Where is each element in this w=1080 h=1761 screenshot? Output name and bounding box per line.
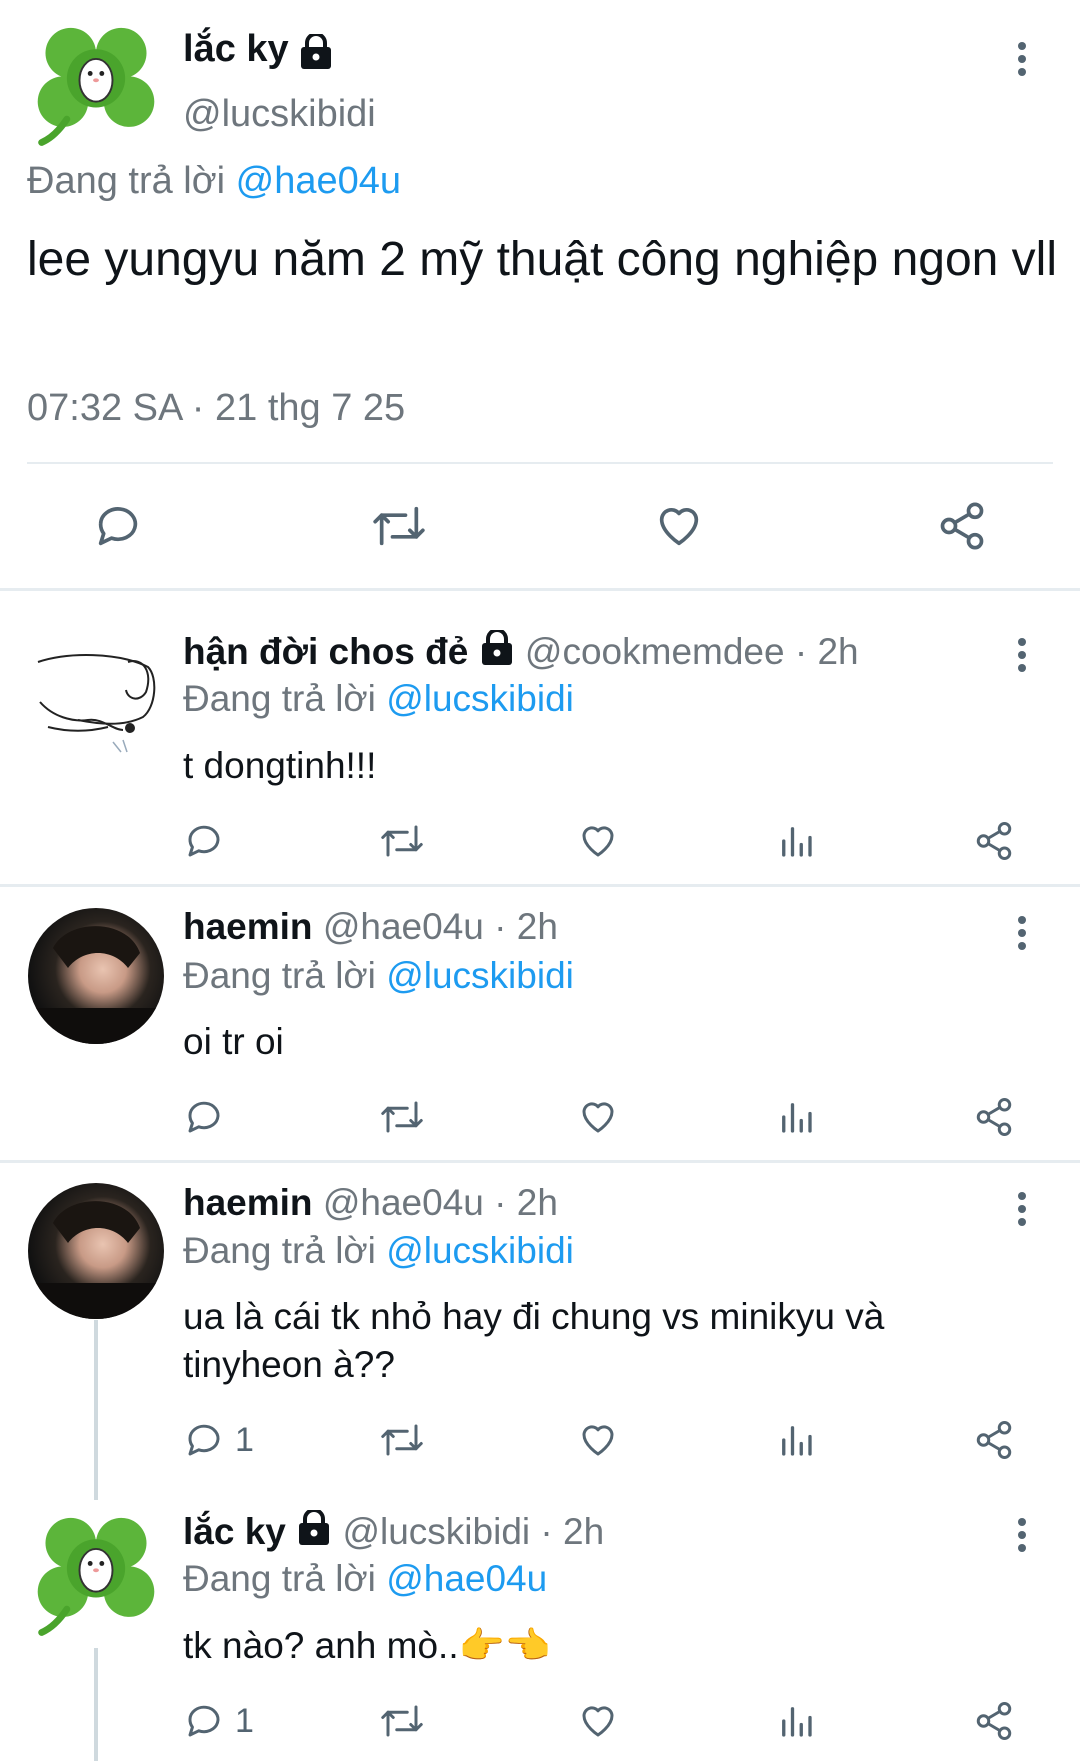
retweet-icon[interactable] — [379, 1419, 425, 1461]
lock-icon — [479, 630, 515, 668]
reply-count: 1 — [235, 1702, 254, 1740]
reply-4-replying-to: Đang trả lời @hae04u — [183, 1558, 548, 1599]
share-icon[interactable] — [973, 1419, 1015, 1461]
reply-count: 1 — [235, 1421, 254, 1459]
share-icon[interactable] — [973, 820, 1015, 862]
lock-icon — [298, 34, 334, 72]
reply-1-time[interactable]: · 2h — [795, 631, 859, 672]
main-avatar[interactable] — [28, 22, 164, 158]
retweet-icon[interactable] — [370, 500, 428, 552]
analytics-icon[interactable] — [775, 820, 817, 862]
retweet-icon[interactable] — [379, 1700, 425, 1742]
more-icon[interactable] — [1015, 42, 1029, 78]
reply-icon[interactable] — [183, 1096, 225, 1138]
reply-3-text: ua là cái tk nhỏ hay đi chung vs minikyu… — [183, 1296, 885, 1385]
like-icon[interactable] — [577, 820, 619, 862]
retweet-icon[interactable] — [379, 820, 425, 862]
share-icon[interactable] — [973, 1700, 1015, 1742]
reply-2-time[interactable]: · 2h — [494, 906, 558, 947]
reply-2-replying-to: Đang trả lời @lucskibidi — [183, 955, 574, 996]
thread-connector — [94, 1320, 98, 1500]
clover-avatar-icon — [28, 22, 164, 158]
main-tweet-text: lee yungyu năm 2 mỹ thuật công nghiệp ng… — [27, 233, 1058, 286]
reply-icon[interactable] — [183, 1700, 225, 1742]
reply-3-actions: 1 — [183, 1419, 1023, 1463]
share-icon[interactable] — [936, 500, 988, 552]
reply-4-avatar[interactable] — [28, 1512, 164, 1648]
reply-3-replying-to: Đang trả lời @lucskibidi — [183, 1230, 574, 1271]
reply-4-handle[interactable]: @lucskibidi — [342, 1511, 530, 1552]
more-icon[interactable] — [1015, 1518, 1029, 1554]
analytics-icon[interactable] — [775, 1419, 817, 1461]
reply-icon[interactable] — [183, 820, 225, 862]
like-icon[interactable] — [577, 1096, 619, 1138]
reply-icon[interactable] — [183, 1419, 225, 1461]
like-icon[interactable] — [652, 500, 706, 552]
more-icon[interactable] — [1015, 916, 1029, 952]
reply-2-handle[interactable]: @hae04u — [323, 906, 484, 947]
share-icon[interactable] — [973, 1096, 1015, 1138]
replying-to-link[interactable]: @hae04u — [236, 160, 401, 202]
reply-2-text: oi tr oi — [183, 1021, 284, 1062]
lock-icon — [296, 1510, 332, 1548]
reply-1-handle[interactable]: @cookmemdee — [525, 631, 785, 672]
main-timestamp[interactable]: 07:32 SA · 21 thg 7 25 — [27, 387, 405, 430]
section-divider — [0, 588, 1080, 591]
clover-avatar-icon — [28, 1512, 164, 1648]
thread-connector — [94, 1640, 98, 1761]
section-divider — [0, 884, 1080, 887]
reply-1-text: t dongtinh!!! — [183, 745, 377, 786]
reply-3-header: haemin @hae04u · 2h — [183, 1182, 558, 1224]
like-icon[interactable] — [577, 1700, 619, 1742]
reply-icon[interactable] — [92, 500, 144, 552]
like-icon[interactable] — [577, 1419, 619, 1461]
main-divider — [27, 462, 1053, 464]
analytics-icon[interactable] — [775, 1096, 817, 1138]
section-divider — [0, 1160, 1080, 1163]
reply-2-display-name[interactable]: haemin — [183, 906, 313, 947]
main-replying-to: Đang trả lời @hae04u — [27, 160, 401, 203]
profile-photo-icon — [28, 1201, 164, 1319]
main-display-name[interactable]: lắc ky — [183, 28, 289, 71]
reply-3-display-name[interactable]: haemin — [183, 1182, 313, 1223]
reply-4-display-name[interactable]: lắc ky — [183, 1511, 286, 1552]
reply-1-display-name[interactable]: hận đời chos đẻ — [183, 631, 468, 672]
reply-1-header: hận đời chos đẻ @cookmemdee · 2h — [183, 630, 859, 673]
retweet-icon[interactable] — [379, 1096, 425, 1138]
reply-3-handle[interactable]: @hae04u — [323, 1182, 484, 1223]
reply-4-actions: 1 — [183, 1700, 1023, 1744]
reply-4-time[interactable]: · 2h — [540, 1511, 604, 1552]
reply-2-avatar[interactable] — [28, 908, 164, 1044]
replying-prefix: Đang trả lời — [27, 160, 226, 202]
reply-4-text: tk nào? anh mò..👉👈 — [183, 1625, 551, 1666]
more-icon[interactable] — [1015, 1192, 1029, 1228]
profile-photo-icon — [28, 926, 164, 1044]
main-handle[interactable]: @lucskibidi — [183, 93, 376, 136]
reply-2-header: haemin @hae04u · 2h — [183, 906, 558, 948]
sketch-avatar-icon — [37, 654, 156, 753]
reply-1-actions — [183, 820, 1023, 864]
reply-4-header: lắc ky @lucskibidi · 2h — [183, 1510, 604, 1553]
analytics-icon[interactable] — [775, 1700, 817, 1742]
reply-3-avatar[interactable] — [28, 1183, 164, 1319]
reply-3-time[interactable]: · 2h — [494, 1182, 558, 1223]
more-icon[interactable] — [1015, 638, 1029, 674]
reply-1-replying-to: Đang trả lời @lucskibidi — [183, 678, 574, 719]
reply-1-avatar[interactable] — [28, 632, 164, 768]
pointing-fingers-emoji: 👉👈 — [458, 1625, 551, 1666]
reply-2-actions — [183, 1096, 1023, 1140]
